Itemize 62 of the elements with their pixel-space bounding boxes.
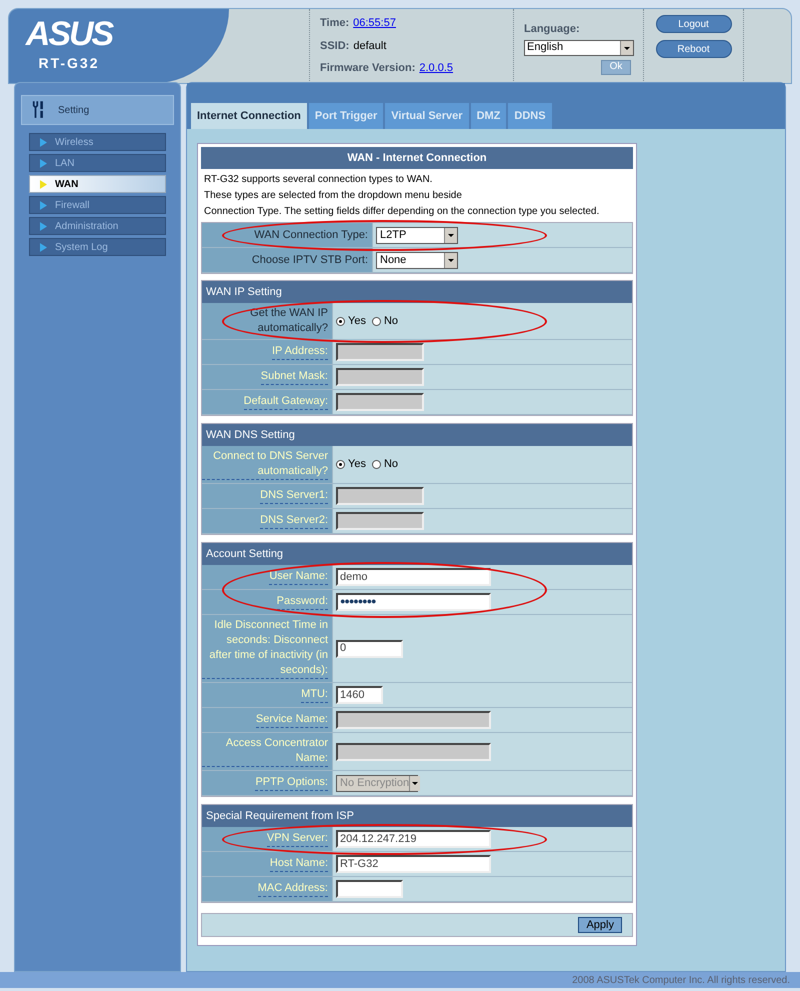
input-field[interactable]: RT-G32 — [336, 855, 491, 873]
form-title: WAN - Internet Connection — [201, 147, 633, 169]
header-button[interactable]: Reboot — [656, 40, 732, 58]
time-label: Time: — [320, 16, 350, 32]
tab[interactable]: Port Trigger — [308, 103, 384, 129]
firmware-value[interactable]: 2.0.0.5 — [419, 60, 454, 77]
section-title: WAN IP Setting — [202, 281, 632, 303]
section-title: WAN DNS Setting — [202, 424, 632, 446]
firmware-label: Firmware Version: — [320, 61, 416, 76]
tab[interactable]: Virtual Server — [385, 103, 469, 129]
tab[interactable]: Internet Connection — [191, 103, 307, 129]
radio-option[interactable]: Yes — [336, 456, 366, 473]
time-value[interactable]: 06:55:57 — [353, 15, 396, 32]
language-select[interactable]: English — [524, 40, 634, 56]
sidebar-item[interactable]: Administration — [29, 217, 166, 235]
radio-option[interactable]: No — [372, 456, 398, 473]
section-title: Account Setting — [202, 543, 632, 565]
header-button[interactable]: Logout — [656, 15, 732, 33]
radio-button[interactable] — [336, 460, 345, 469]
sidebar-item[interactable]: LAN — [29, 154, 166, 172]
sidebar-title: Setting — [58, 104, 90, 118]
description-text: Connection Type. The setting fields differ depending on the connection type you selected. — [204, 205, 600, 218]
tab[interactable]: DMZ — [470, 103, 506, 129]
select-field[interactable]: None — [376, 252, 458, 268]
description-text: These types are selected from the dropdown menu beside — [204, 189, 463, 202]
sidebar-item[interactable]: Wireless — [29, 133, 166, 151]
triangle-icon — [40, 158, 47, 168]
ok-button[interactable]: Ok — [601, 60, 631, 74]
triangle-icon — [40, 200, 47, 210]
field-label: Choose IPTV STB Port: — [252, 252, 368, 268]
triangle-icon — [40, 222, 47, 230]
triangle-icon — [40, 180, 47, 188]
input-field[interactable]: 204.12.247.219 — [336, 830, 491, 848]
select-field[interactable]: L2TP — [376, 226, 458, 244]
triangle-icon — [40, 138, 47, 146]
input-field[interactable] — [336, 880, 403, 898]
brand-logo: ASUS — [26, 17, 112, 51]
sidebar-item[interactable]: WAN — [29, 175, 166, 193]
sidebar-item[interactable]: System Log — [29, 238, 166, 256]
radio-button[interactable] — [372, 316, 381, 326]
field-label: WAN Connection Type: — [254, 228, 368, 242]
apply-button[interactable]: Apply — [578, 917, 622, 933]
radio-option[interactable]: Yes — [336, 312, 366, 330]
model-name: RT-G32 — [38, 54, 100, 73]
input-field[interactable]: 1460 — [336, 686, 383, 704]
description-text: RT-G32 supports several connection types to WAN. — [204, 173, 434, 186]
field-label[interactable]: MTU: — [301, 687, 328, 703]
language-label: Language: — [524, 22, 581, 37]
triangle-icon — [40, 242, 47, 252]
copyright-text: 2008 ASUSTek Computer Inc. All rights reserved. — [572, 974, 790, 988]
ssid-value: default — [353, 38, 386, 54]
password-field[interactable]: ●●●●●●●● — [336, 593, 491, 611]
radio-button[interactable] — [336, 316, 345, 326]
radio-button[interactable] — [372, 460, 381, 469]
sidebar-item[interactable]: Firewall — [29, 196, 166, 214]
input-field[interactable]: demo — [336, 568, 491, 586]
input-field[interactable]: 0 — [336, 640, 403, 658]
section-title: Special Requirement from ISP — [202, 805, 632, 827]
radio-option[interactable]: No — [372, 312, 398, 330]
tab[interactable]: DDNS — [508, 103, 552, 129]
ssid-label: SSID: — [320, 38, 350, 54]
tools-icon — [32, 100, 46, 120]
